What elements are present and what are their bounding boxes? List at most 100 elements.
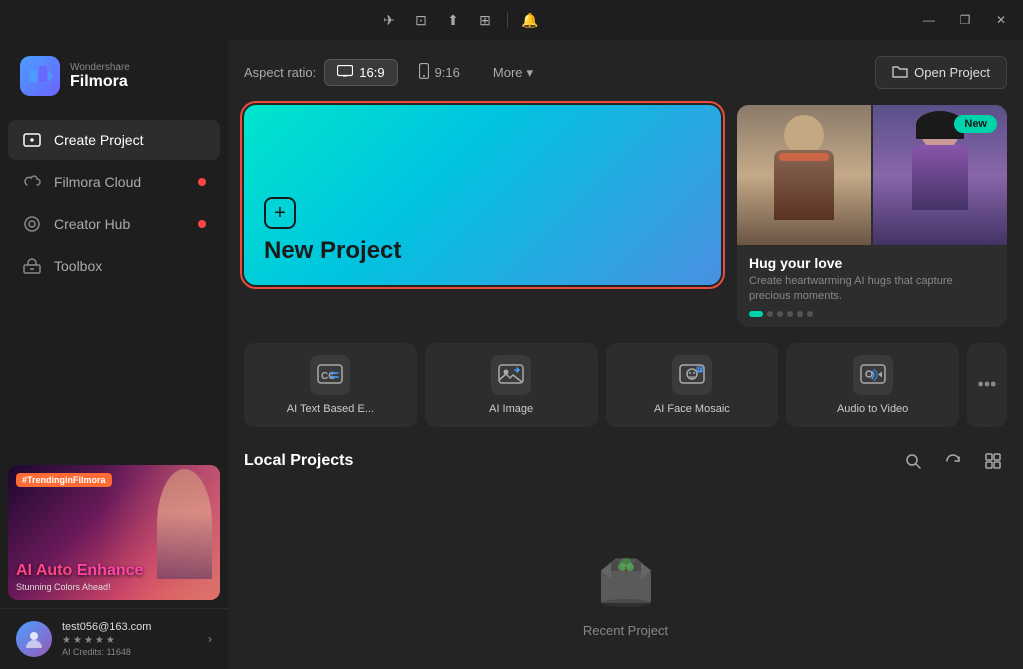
creator-hub-badge (198, 220, 206, 228)
subtitle-icon[interactable]: ⊡ (411, 10, 431, 30)
local-projects-actions (899, 447, 1007, 475)
user-stars: ★ ★ ★ ★ ★ (62, 635, 198, 646)
local-projects-title: Local Projects (244, 452, 353, 470)
new-project-card[interactable]: + New Project (244, 105, 721, 285)
aspect-16-9-label: 16:9 (359, 65, 384, 80)
more-tools-icon: ••• (978, 374, 997, 395)
featured-dot-6 (807, 311, 813, 317)
more-button[interactable]: More ▾ (481, 60, 545, 86)
sidebar-logo: Wondershare Filmora (0, 40, 228, 112)
grid-view-button[interactable] (979, 447, 1007, 475)
ai-text-icon: CC (310, 355, 350, 395)
toolbox-label: Toolbox (54, 258, 102, 274)
aspect-ratio-label: Aspect ratio: (244, 65, 316, 80)
sidebar-item-create-project[interactable]: Create Project (8, 120, 220, 160)
minimize-button[interactable]: — (915, 6, 943, 34)
aspect-9-16-label: 9:16 (435, 65, 460, 80)
sidebar-banner[interactable]: #TrendinginFilmora AI Auto Enhance Stunn… (8, 465, 220, 600)
banner-title: AI Auto Enhance (16, 562, 212, 580)
open-project-button[interactable]: Open Project (875, 56, 1007, 89)
empty-state-label: Recent Project (583, 623, 668, 638)
aspect-16-9-button[interactable]: 16:9 (324, 59, 397, 86)
sidebar-item-filmora-cloud[interactable]: Filmora Cloud (8, 162, 220, 202)
content-grid: + New Project New (244, 105, 1007, 327)
phone-icon (419, 63, 429, 82)
logo-name: Filmora (70, 73, 130, 91)
ai-image-icon (491, 355, 531, 395)
grid-icon[interactable]: ⊞ (475, 10, 495, 30)
titlebar: ✈ ⊡ ⬆ ⊞ 🔔 — ❐ ✕ (0, 0, 1023, 40)
restore-button[interactable]: ❐ (951, 6, 979, 34)
close-button[interactable]: ✕ (987, 6, 1015, 34)
sidebar: Wondershare Filmora Create Project (0, 40, 228, 669)
ai-face-icon (672, 355, 712, 395)
featured-dots (749, 311, 995, 317)
featured-card[interactable]: New (737, 105, 1007, 327)
ai-tool-face-mosaic[interactable]: AI Face Mosaic (606, 343, 779, 427)
search-projects-button[interactable] (899, 447, 927, 475)
featured-dot-3 (777, 311, 783, 317)
upload-icon[interactable]: ⬆ (443, 10, 463, 30)
logo-brand: Wondershare (70, 62, 130, 73)
featured-dot-5 (797, 311, 803, 317)
featured-new-badge: New (954, 115, 997, 133)
new-project-plus-icon: + (264, 197, 296, 229)
featured-dot-2 (767, 311, 773, 317)
sidebar-nav: Create Project Filmora Cloud (0, 120, 228, 457)
monitor-icon (337, 65, 353, 80)
empty-state-icon (586, 531, 666, 611)
ai-tool-audio-to-video[interactable]: Audio to Video (786, 343, 959, 427)
aspect-bar: Aspect ratio: 16:9 9:16 (244, 56, 1007, 89)
ai-face-label: AI Face Mosaic (654, 403, 730, 415)
more-tools-button[interactable]: ••• (967, 343, 1007, 427)
banner-subtitle: Stunning Colors Ahead! (16, 582, 212, 592)
creator-hub-label: Creator Hub (54, 216, 130, 232)
featured-image-1 (737, 105, 871, 245)
new-project-label: New Project (264, 237, 701, 265)
ai-text-label: AI Text Based E... (287, 403, 374, 415)
titlebar-divider (507, 12, 508, 28)
audio-video-icon (853, 355, 893, 395)
user-info: test056@163.com ★ ★ ★ ★ ★ AI Credits: 11… (62, 621, 198, 657)
ai-tool-text-based[interactable]: CC AI Text Based E... (244, 343, 417, 427)
folder-icon (892, 64, 908, 81)
creator-hub-icon (22, 214, 42, 234)
user-avatar (16, 621, 52, 657)
filmora-cloud-badge (198, 178, 206, 186)
refresh-projects-button[interactable] (939, 447, 967, 475)
user-arrow-icon: › (208, 632, 212, 646)
window-controls: — ❐ ✕ (915, 6, 1015, 34)
ai-image-label: AI Image (489, 403, 533, 415)
local-projects-header: Local Projects (244, 447, 1007, 475)
empty-state: Recent Project (244, 491, 1007, 669)
titlebar-icons: ✈ ⊡ ⬆ ⊞ 🔔 (379, 10, 540, 30)
banner-tag: #TrendinginFilmora (16, 473, 112, 487)
app-body: Wondershare Filmora Create Project (0, 40, 1023, 669)
audio-video-label: Audio to Video (837, 403, 908, 415)
ai-tool-image[interactable]: AI Image (425, 343, 598, 427)
user-credits: AI Credits: 11648 (62, 647, 198, 657)
filmora-cloud-icon (22, 172, 42, 192)
sidebar-user[interactable]: test056@163.com ★ ★ ★ ★ ★ AI Credits: 11… (0, 608, 228, 669)
featured-dot-4 (787, 311, 793, 317)
featured-dot-1 (749, 311, 763, 317)
featured-desc: Create heartwarming AI hugs that capture… (749, 274, 995, 305)
ai-tools-row: CC AI Text Based E... (244, 343, 1007, 427)
user-email: test056@163.com (62, 621, 198, 633)
chevron-down-icon: ▾ (527, 65, 534, 81)
banner-content: AI Auto Enhance Stunning Colors Ahead! (16, 562, 212, 592)
aspect-9-16-button[interactable]: 9:16 (406, 57, 473, 88)
toolbox-icon (22, 256, 42, 276)
bell-icon[interactable]: 🔔 (520, 10, 540, 30)
create-project-label: Create Project (54, 132, 143, 148)
filmora-cloud-label: Filmora Cloud (54, 174, 141, 190)
featured-info: Hug your love Create heartwarming AI hug… (737, 245, 1007, 327)
app-logo-icon (20, 56, 60, 96)
sidebar-item-toolbox[interactable]: Toolbox (8, 246, 220, 286)
logo-text: Wondershare Filmora (70, 62, 130, 91)
main-content: Aspect ratio: 16:9 9:16 (228, 40, 1023, 669)
share-icon[interactable]: ✈ (379, 10, 399, 30)
sidebar-item-creator-hub[interactable]: Creator Hub (8, 204, 220, 244)
create-project-icon (22, 130, 42, 150)
featured-title: Hug your love (749, 255, 995, 271)
